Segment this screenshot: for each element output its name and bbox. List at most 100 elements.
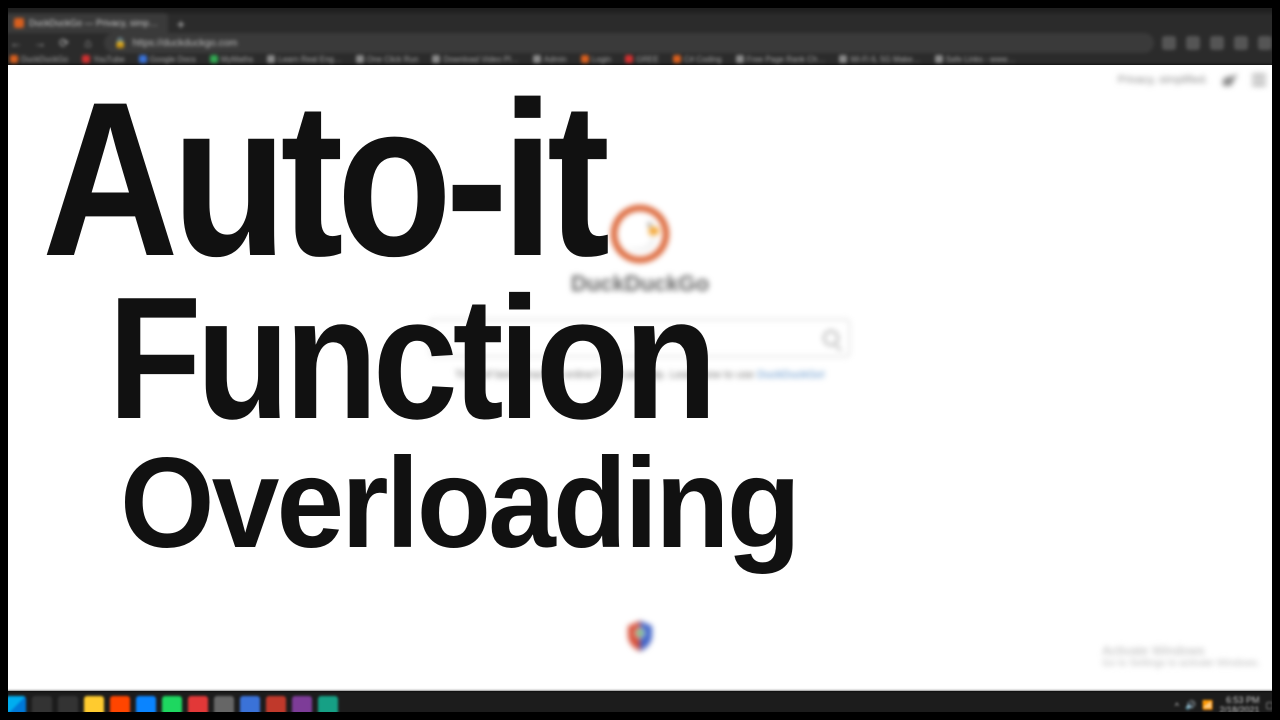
address-row: ← → ⟳ ⌂ 🔒 https://duckduckgo.com [0,33,1280,54]
bookmark-item[interactable]: Admin [533,55,567,64]
tab-strip: DuckDuckGo — Privacy, simp… + [0,13,1280,33]
bookmark-favicon-icon [736,55,744,63]
app-icon-4[interactable] [240,696,260,716]
activate-windows-line2: Go to Settings to activate Windows. [1102,658,1260,669]
brand-name: DuckDuckGo [571,271,709,297]
bookmark-favicon-icon [581,55,589,63]
activate-windows-line1: Activate Windows [1102,643,1260,658]
tagline: Tired of being tracked online? We can he… [455,369,825,381]
bookmark-label: Wi-Fi 6, 5G Make… [850,55,920,64]
menu-icon[interactable] [1258,36,1272,50]
twitter-icon[interactable] [1222,73,1238,86]
bookmark-item[interactable]: Google Docs [139,55,196,64]
tab-title: DuckDuckGo — Privacy, simp… [29,18,158,28]
bookmark-favicon-icon [10,55,18,63]
bookmark-item[interactable]: MyMaths [210,55,253,64]
app-icon-6[interactable] [292,696,312,716]
app-icon-5[interactable] [266,696,286,716]
app-icon-7[interactable] [318,696,338,716]
back-button[interactable]: ← [8,35,24,51]
extension-icon[interactable] [1162,36,1176,50]
home-button[interactable]: ⌂ [80,35,96,51]
bookmark-item[interactable]: Login [581,55,612,64]
bookmark-item[interactable]: Learn Real Eng… [267,55,342,64]
page-viewport: Privacy, simplified. DuckDuckGo Tired of… [0,65,1280,691]
bookmark-favicon-icon [839,55,847,63]
browser-chrome: DuckDuckGo — Privacy, simp… + ← → ⟳ ⌂ 🔒 … [0,0,1280,65]
system-tray[interactable]: ^ 🔊 📶 6:53 PM 2/18/2021 ▢ [1175,696,1274,715]
bookmark-label: Free Page Rank Ch… [747,55,826,64]
page-background-blurred: Privacy, simplified. DuckDuckGo Tired of… [0,65,1280,691]
address-bar[interactable]: 🔒 https://duckduckgo.com [104,33,1154,53]
bookmark-favicon-icon [533,55,541,63]
bookmark-label: Admin [544,55,567,64]
bookmark-favicon-icon [139,55,147,63]
app-icon-1[interactable] [162,696,182,716]
bookmark-favicon-icon [432,55,440,63]
url-text: https://duckduckgo.com [132,38,237,49]
bookmark-label: MyMaths [221,55,253,64]
bookmark-item[interactable]: GREE [625,55,659,64]
reload-button[interactable]: ⟳ [56,35,72,51]
firefox-icon[interactable] [110,696,130,716]
forward-button[interactable]: → [32,35,48,51]
tray-network-icon[interactable]: 🔊 [1185,700,1196,711]
hamburger-menu-icon[interactable] [1252,74,1266,86]
app-icon-2[interactable] [188,696,208,716]
bookmark-label: Learn Real Eng… [278,55,342,64]
bookmark-favicon-icon [935,55,943,63]
new-tab-button[interactable]: + [172,15,190,33]
window-titlebar [0,0,1280,13]
notification-icon[interactable]: ▢ [1265,700,1274,711]
privacy-badge-icon [627,621,653,651]
edge-icon[interactable] [136,696,156,716]
bookmark-favicon-icon [267,55,275,63]
search-input[interactable] [430,319,850,357]
bookmark-label: Google Docs [150,55,196,64]
bookmark-label: YouTube [93,55,124,64]
bookmarks-bar: DuckDuckGo YouTube Google Docs MyMaths Learn… [0,54,1280,65]
clock-date: 2/18/2021 [1219,706,1259,715]
bookmark-favicon-icon [673,55,681,63]
bookmark-label: Login [592,55,612,64]
tray-chevron-icon[interactable]: ^ [1175,701,1179,711]
windows-taskbar: ^ 🔊 📶 6:53 PM 2/18/2021 ▢ [0,691,1280,720]
lock-icon: 🔒 [114,38,126,49]
bookmark-label: C# Coding [684,55,722,64]
bookmark-item[interactable]: One Click Run [356,55,419,64]
file-explorer-icon[interactable] [84,696,104,716]
toolbar-right-icons [1162,36,1272,50]
bookmark-item[interactable]: DuckDuckGo [10,55,68,64]
bookmark-favicon-icon [625,55,633,63]
shield-icon[interactable] [1186,36,1200,50]
bookmark-star-icon[interactable] [1210,36,1224,50]
bookmark-label: Download Video Pl… [443,55,518,64]
bookmark-item[interactable]: Free Page Rank Ch… [736,55,826,64]
bookmark-label: DuckDuckGo [21,55,68,64]
duckduckgo-favicon-icon [14,18,24,28]
bookmark-item[interactable]: Wi-Fi 6, 5G Make… [839,55,920,64]
bookmark-item[interactable]: Download Video Pl… [432,55,518,64]
bookmark-favicon-icon [82,55,90,63]
start-button[interactable] [6,696,26,716]
bookmark-item[interactable]: C# Coding [673,55,722,64]
logo-area: DuckDuckGo [571,205,709,297]
tagline-link[interactable]: DuckDuckGo! [757,369,825,381]
search-taskbar-icon[interactable] [32,696,52,716]
activate-windows-watermark: Activate Windows Go to Settings to activ… [1102,643,1260,669]
bookmark-item[interactable]: YouTube [82,55,124,64]
task-view-icon[interactable] [58,696,78,716]
app-icon-3[interactable] [214,696,234,716]
bookmark-favicon-icon [210,55,218,63]
browser-tab-active[interactable]: DuckDuckGo — Privacy, simp… [4,13,168,33]
tagline-text: Tired of being tracked online? We can he… [455,369,754,381]
search-icon[interactable] [823,330,839,346]
tray-wifi-icon[interactable]: 📶 [1202,700,1213,711]
duckduckgo-logo-icon [611,205,669,263]
bookmark-label: One Click Run [367,55,419,64]
bookmark-item[interactable]: Safe Links - www… [935,55,1016,64]
account-icon[interactable] [1234,36,1248,50]
bookmark-label: Safe Links - www… [946,55,1016,64]
taskbar-clock[interactable]: 6:53 PM 2/18/2021 [1219,696,1259,715]
privacy-simplified-link[interactable]: Privacy, simplified. [1118,74,1208,86]
